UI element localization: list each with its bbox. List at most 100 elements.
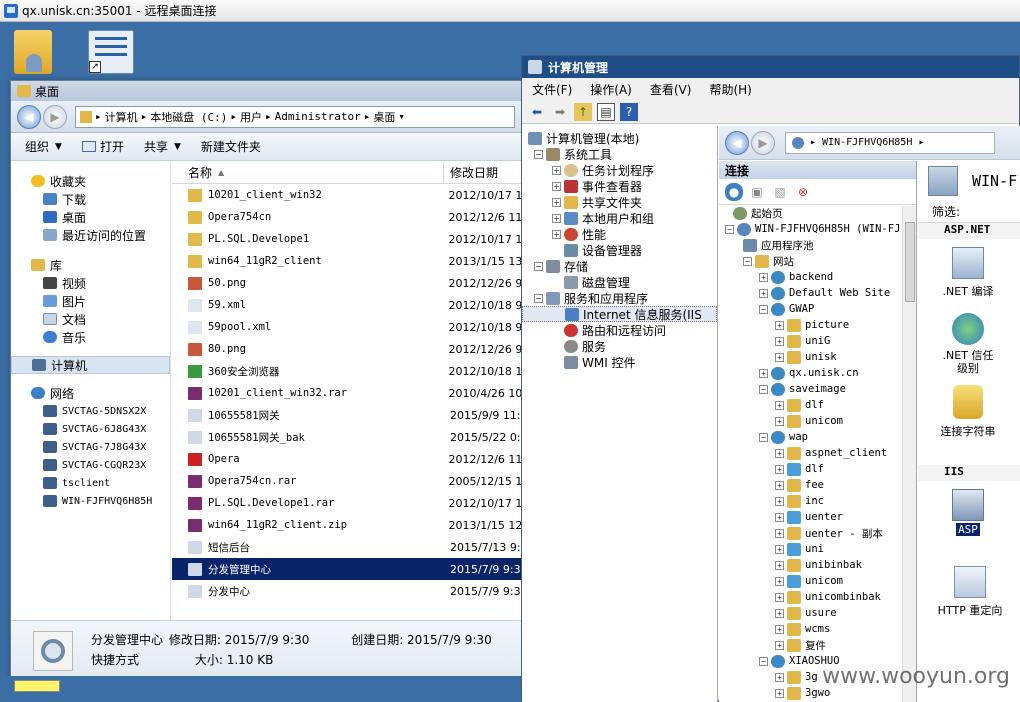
iis-folder[interactable]: + uniG bbox=[719, 333, 916, 349]
file-row[interactable]: 50.png 2012/12/26 9 bbox=[172, 272, 522, 294]
breadcrumb-computer[interactable]: 计算机 bbox=[105, 109, 138, 125]
file-row[interactable]: 80.png 2012/12/26 9 bbox=[172, 338, 522, 360]
file-row[interactable]: 分发中心 2015/7/9 9:3 bbox=[172, 580, 522, 602]
iis-folder[interactable]: + fee bbox=[719, 477, 916, 493]
breadcrumb-local-disk[interactable]: 本地磁盘 (C:) bbox=[150, 109, 227, 125]
breadcrumb-administrator[interactable]: Administrator bbox=[275, 110, 361, 123]
file-row[interactable]: 59pool.xml 2012/10/18 9 bbox=[172, 316, 522, 338]
back-button[interactable]: ◀ bbox=[17, 104, 41, 129]
iis-folder[interactable]: + wcms bbox=[719, 621, 916, 637]
iis-back-button[interactable]: ◀ bbox=[725, 130, 749, 155]
nav-downloads[interactable]: 下载 bbox=[11, 190, 170, 208]
disconnect-icon[interactable]: ⊗ bbox=[794, 183, 812, 201]
tree-storage[interactable]: − 存储 bbox=[522, 258, 717, 274]
iis-forward-button[interactable]: ▶ bbox=[751, 130, 775, 155]
iis-site[interactable]: − wap bbox=[719, 429, 916, 445]
iis-site[interactable]: − saveimage bbox=[719, 381, 916, 397]
iis-breadcrumb[interactable]: ▸ WIN-FJFHVQ6H85H ▸ bbox=[785, 131, 995, 154]
feature-net-trust[interactable]: .NET 信任级别 bbox=[918, 299, 998, 375]
tree-iis[interactable]: Internet 信息服务(IIS bbox=[522, 306, 717, 322]
filter-bar[interactable]: 筛选: bbox=[918, 201, 1020, 223]
iis-folder[interactable]: + usure bbox=[719, 605, 916, 621]
iis-folder[interactable]: + 复件 bbox=[719, 637, 916, 653]
show-tree-icon[interactable]: ▤ bbox=[597, 102, 615, 121]
nav-documents[interactable]: 文档 bbox=[11, 310, 170, 328]
nav-host[interactable]: SVCTAG-5DNSX2X bbox=[11, 402, 170, 420]
tree-root[interactable]: 计算机管理(本地) bbox=[522, 130, 717, 146]
new-folder-button[interactable]: 新建文件夹 bbox=[201, 138, 261, 155]
file-row[interactable]: 10201_client_win32 2012/10/17 1 bbox=[172, 184, 522, 206]
feature-asp[interactable]: ASP bbox=[918, 481, 998, 536]
tree-system-tools[interactable]: − 系统工具 bbox=[522, 146, 717, 162]
file-row[interactable]: 10201_client_win32.rar 2010/4/26 10 bbox=[172, 382, 522, 404]
connections-scrollbar[interactable] bbox=[902, 206, 916, 702]
iis-folder[interactable]: + inc bbox=[719, 493, 916, 509]
iis-folder[interactable]: + uni bbox=[719, 541, 916, 557]
iis-app-pools[interactable]: 应用程序池 bbox=[719, 237, 916, 253]
iis-folder[interactable]: + unicom bbox=[719, 413, 916, 429]
tree-services-apps[interactable]: − 服务和应用程序 bbox=[522, 290, 717, 306]
iis-folder[interactable]: + aspnet_client bbox=[719, 445, 916, 461]
iis-folder[interactable]: + picture bbox=[719, 317, 916, 333]
iis-server[interactable]: − WIN-FJFHVQ6H85H (WIN-FJ bbox=[719, 221, 916, 237]
nav-host[interactable]: WIN-FJFHVQ6H85H bbox=[11, 492, 170, 510]
file-row[interactable]: 360安全浏览器 2012/10/18 1 bbox=[172, 360, 522, 382]
nav-recent[interactable]: 最近访问的位置 bbox=[11, 226, 170, 244]
file-row[interactable]: PL.SQL.Develope1 2012/10/17 1 bbox=[172, 228, 522, 250]
iis-site[interactable]: + Default Web Site bbox=[719, 285, 916, 301]
breadcrumb-users[interactable]: 用户 bbox=[240, 109, 262, 125]
file-row[interactable]: 59.xml 2012/10/18 9 bbox=[172, 294, 522, 316]
iis-site[interactable]: + backend bbox=[719, 269, 916, 285]
nav-pictures[interactable]: 图片 bbox=[11, 292, 170, 310]
nav-favorites[interactable]: 收藏夹 bbox=[11, 172, 170, 190]
user-folder-icon[interactable] bbox=[14, 30, 52, 74]
iis-folder[interactable]: + uenter bbox=[719, 509, 916, 525]
tree-disk-management[interactable]: 磁盘管理 bbox=[522, 274, 717, 290]
nav-host[interactable]: SVCTAG-CGQR23X bbox=[11, 456, 170, 474]
tree-wmi[interactable]: WMI 控件 bbox=[522, 354, 717, 370]
computer-management-shortcut-icon[interactable]: ↗ bbox=[88, 30, 134, 74]
open-button[interactable]: 打开 bbox=[81, 138, 124, 155]
tree-shared-folders[interactable]: + 共享文件夹 bbox=[522, 194, 717, 210]
tree-local-users[interactable]: + 本地用户和组 bbox=[522, 210, 717, 226]
menu-view[interactable]: 查看(V) bbox=[650, 81, 692, 98]
file-row[interactable]: win64_11gR2_client.zip 2013/1/15 12 bbox=[172, 514, 522, 536]
tree-services[interactable]: 服务 bbox=[522, 338, 717, 354]
file-row[interactable]: Opera754cn 2012/12/6 11 bbox=[172, 206, 522, 228]
nav-host[interactable]: SVCTAG-6J8G43X bbox=[11, 420, 170, 438]
breadcrumb-desktop[interactable]: 桌面 bbox=[373, 109, 395, 125]
iis-folder[interactable]: + uenter - 副本 bbox=[719, 525, 916, 541]
nav-computer[interactable]: 计算机 bbox=[11, 356, 170, 374]
save-icon[interactable]: ▣ bbox=[748, 183, 766, 201]
iis-site[interactable]: + qx.unisk.cn bbox=[719, 365, 916, 381]
column-modified[interactable]: 修改日期 bbox=[444, 164, 498, 181]
column-name[interactable]: 名称 ▲ bbox=[172, 162, 444, 183]
file-row[interactable]: Opera754cn.rar 2005/12/15 1 bbox=[172, 470, 522, 492]
nav-music[interactable]: 音乐 bbox=[11, 328, 170, 346]
breadcrumb[interactable]: ▸ 计算机 ▸ 本地磁盘 (C:) ▸ 用户 ▸ Administrator ▸ 桌面 ▾ bbox=[75, 105, 515, 128]
feature-http-redirect[interactable]: HTTP 重定向 bbox=[918, 536, 1008, 618]
iis-site[interactable]: − GWAP bbox=[719, 301, 916, 317]
connect-icon[interactable]: ● bbox=[725, 182, 743, 201]
forward-arrow-icon[interactable]: ➡ bbox=[551, 103, 569, 121]
file-row[interactable]: win64_11gR2_client 2013/1/15 13 bbox=[172, 250, 522, 272]
feature-net-compile[interactable]: .NET 编译 bbox=[918, 239, 998, 299]
nav-libraries[interactable]: 库 bbox=[11, 256, 170, 274]
nav-desktop[interactable]: 桌面 bbox=[11, 208, 170, 226]
file-row[interactable]: 10655581网关 2015/9/9 11: bbox=[172, 404, 522, 426]
tree-performance[interactable]: + 性能 bbox=[522, 226, 717, 242]
menu-help[interactable]: 帮助(H) bbox=[709, 81, 751, 98]
file-row[interactable]: 分发管理中心 2015/7/9 9:3 bbox=[172, 558, 522, 580]
share-button[interactable]: 共享 ▼ bbox=[144, 138, 181, 155]
iis-folder[interactable]: + dlf bbox=[719, 397, 916, 413]
menu-file[interactable]: 文件(F) bbox=[532, 81, 572, 98]
nav-host[interactable]: SVCTAG-7J8G43X bbox=[11, 438, 170, 456]
organize-button[interactable]: 组织 ▼ bbox=[25, 138, 62, 155]
help-icon[interactable]: ? bbox=[620, 102, 638, 121]
tree-event-viewer[interactable]: + 事件查看器 bbox=[522, 178, 717, 194]
iis-folder[interactable]: + unicom bbox=[719, 573, 916, 589]
iis-folder[interactable]: + unibinbak bbox=[719, 557, 916, 573]
iis-sites[interactable]: − 网站 bbox=[719, 253, 916, 269]
back-arrow-icon[interactable]: ⬅ bbox=[528, 103, 546, 121]
up-folder-icon[interactable]: ↑ bbox=[574, 102, 592, 121]
